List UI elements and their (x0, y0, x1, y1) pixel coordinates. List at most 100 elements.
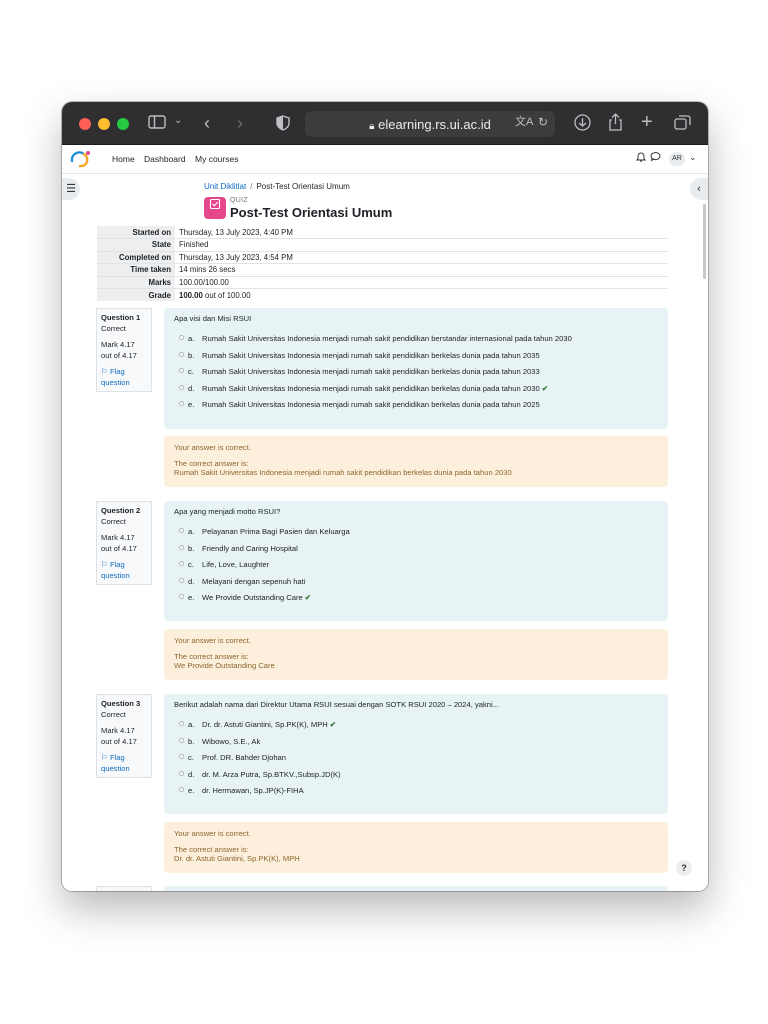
forward-icon[interactable]: › (237, 114, 243, 132)
chevron-down-icon[interactable]: ⌄ (174, 116, 182, 126)
question-out-of: out of 4.17 (101, 544, 137, 553)
minimize-window-button[interactable] (98, 118, 110, 130)
feedback-label: The correct answer is: (174, 844, 249, 854)
option-text: Dr. dr. Astuti Giantini, Sp.PK(K), MPH (202, 720, 328, 729)
answer-option[interactable]: c. Prof. DR. Bahder Djohan (174, 753, 658, 770)
radio-button[interactable] (179, 737, 184, 743)
close-window-button[interactable] (79, 118, 91, 130)
nav-my-courses-link[interactable]: My courses (195, 154, 238, 164)
bell-icon[interactable] (635, 151, 647, 165)
flag-question-link[interactable]: ⚐ Flag question (101, 366, 147, 388)
radio-button[interactable] (179, 401, 184, 407)
flag-question-link[interactable]: ⚐ Flag question (101, 752, 147, 774)
radio-button[interactable] (179, 528, 184, 533)
course-index-toggle-icon[interactable]: ☰ (62, 178, 80, 200)
flag-question-link[interactable]: ⚐ Flag question (101, 559, 147, 581)
reload-icon[interactable]: ↻ (538, 116, 548, 128)
nav-home-link[interactable]: Home (112, 154, 135, 164)
summary-label: Time taken (97, 263, 175, 276)
page-content: ☰ ‹ Unit Diklitlat / Post-Test Orientasi U… (62, 174, 708, 891)
radio-button[interactable] (179, 384, 184, 390)
summary-value: Finished (175, 238, 668, 251)
radio-button[interactable] (179, 577, 184, 583)
radio-button[interactable] (179, 594, 184, 600)
question-info-2: Question 2 Correct Mark 4.17 out of 4.17… (96, 501, 152, 585)
answer-option[interactable]: c. Rumah Sakit Universitas Indonesia menj… (174, 367, 658, 384)
correct-check-icon: ✔ (329, 720, 337, 729)
question-mark: Mark 4.17 (101, 340, 135, 349)
help-button[interactable]: ? (676, 860, 692, 876)
browser-window: ⌄ ‹ › 🔒︎ elearning.rs.ui.ac.id 文A ↻ + Ho… (62, 102, 708, 891)
option-text: Life, Love, Laughter (202, 560, 270, 570)
radio-button[interactable] (179, 561, 184, 567)
chat-icon[interactable] (650, 151, 661, 165)
answer-option[interactable]: d. dr. M. Arza Putra, Sp.BTKV.,Subsp.JD(K… (174, 770, 658, 787)
scrollbar[interactable] (703, 204, 706, 279)
answer-option[interactable]: e. dr. Hermawan, Sp.JP(K)-FIHA (174, 786, 658, 803)
feedback-label: The correct answer is: (174, 651, 249, 661)
option-letter: e. (188, 400, 195, 410)
new-tab-icon[interactable]: + (641, 112, 653, 132)
answer-option[interactable]: d. Rumah Sakit Universitas Indonesia menj… (174, 384, 658, 401)
download-icon[interactable] (574, 114, 591, 135)
radio-button[interactable] (179, 787, 184, 793)
summary-value: Thursday, 13 July 2023, 4:40 PM (175, 226, 668, 239)
question-mark: Mark 4.17 (101, 533, 135, 542)
question-feedback-3: Your answer is correct. The correct answ… (164, 822, 668, 873)
radio-button[interactable] (179, 754, 184, 760)
answer-option[interactable]: b. Wibowo, S.E., Ak (174, 737, 658, 754)
answer-option[interactable]: b. Friendly and Caring Hospital (174, 544, 658, 561)
option-letter: d. (188, 769, 195, 779)
option-text: Melayani dengan sepenuh hati (202, 576, 306, 586)
option-letter: a. (188, 334, 195, 343)
attempt-summary-table: Started on Thursday, 13 July 2023, 4:40 P… (97, 226, 668, 301)
address-bar[interactable]: 🔒︎ elearning.rs.ui.ac.id 文A ↻ (305, 111, 555, 137)
question-text: Apa yang menjadi motto RSUI? (174, 507, 281, 516)
radio-button[interactable] (179, 351, 184, 357)
question-feedback-2: Your answer is correct. The correct answ… (164, 629, 668, 680)
share-icon[interactable] (608, 113, 623, 135)
answer-option[interactable]: e. Rumah Sakit Universitas Indonesia menj… (174, 400, 658, 417)
nav-dashboard-link[interactable]: Dashboard (144, 154, 186, 164)
summary-row: Marks 100.00/100.00 (97, 275, 668, 289)
block-drawer-toggle-icon[interactable]: ‹ (690, 178, 708, 200)
answer-option[interactable]: a. Pelayanan Prima Bagi Pasien dan Keluar… (174, 527, 658, 544)
summary-value: 14 mins 26 secs (175, 263, 668, 276)
answer-option[interactable]: d. Melayani dengan sepenuh hati (174, 577, 658, 594)
summary-row: Grade 100.00 out of 100.00 (97, 288, 668, 301)
feedback-label: The correct answer is: (174, 458, 249, 468)
radio-button[interactable] (179, 335, 184, 340)
radio-button[interactable] (179, 544, 184, 550)
answer-option[interactable]: b. Rumah Sakit Universitas Indonesia menj… (174, 351, 658, 368)
radio-button[interactable] (179, 770, 184, 776)
tab-overview-icon[interactable] (674, 115, 691, 134)
answer-option[interactable]: c. Life, Love, Laughter (174, 560, 658, 577)
option-text: dr. M. Arza Putra, Sp.BTKV.,Subsp.JD(K) (202, 769, 341, 779)
activity-type-label: QUIZ (230, 197, 248, 204)
radio-button[interactable] (179, 368, 184, 374)
option-letter: b. (188, 350, 195, 360)
correct-check-icon: ✔ (304, 593, 312, 603)
browser-toolbar: ⌄ ‹ › 🔒︎ elearning.rs.ui.ac.id 文A ↻ + (62, 102, 708, 145)
answer-option[interactable]: a. Dr. dr. Astuti Giantini, Sp.PK(K), MPH… (174, 720, 658, 737)
radio-button[interactable] (179, 721, 184, 726)
user-menu-chevron-icon[interactable]: ⌄ (689, 152, 697, 163)
summary-row: Started on Thursday, 13 July 2023, 4:40 P… (97, 226, 668, 239)
question-formulation-3: Berikut adalah nama dari Direktur Utama … (164, 694, 668, 814)
translate-icon[interactable]: 文A (515, 117, 533, 128)
summary-value: 100.00 out of 100.00 (175, 288, 668, 301)
question-formulation-1: Apa visi dan Misi RSUI a. Rumah Sakit Uni… (164, 308, 668, 429)
option-letter: c. (188, 753, 194, 763)
sidebar-toggle-icon[interactable] (148, 115, 166, 133)
zoom-window-button[interactable] (117, 118, 129, 130)
answer-option[interactable]: a. Rumah Sakit Universitas Indonesia menj… (174, 334, 658, 351)
site-logo[interactable] (69, 149, 93, 169)
back-icon[interactable]: ‹ (204, 114, 210, 132)
option-text: Rumah Sakit Universitas Indonesia menjad… (202, 400, 540, 410)
breadcrumb-course-link[interactable]: Unit Diklitlat (204, 182, 246, 191)
answer-option[interactable]: e. We Provide Outstanding Care ✔ (174, 593, 658, 610)
user-avatar[interactable]: AR (669, 152, 685, 166)
question-out-of: out of 4.17 (101, 351, 137, 360)
feedback-answer: We Provide Outstanding Care (174, 661, 275, 670)
shield-icon[interactable] (276, 115, 290, 135)
